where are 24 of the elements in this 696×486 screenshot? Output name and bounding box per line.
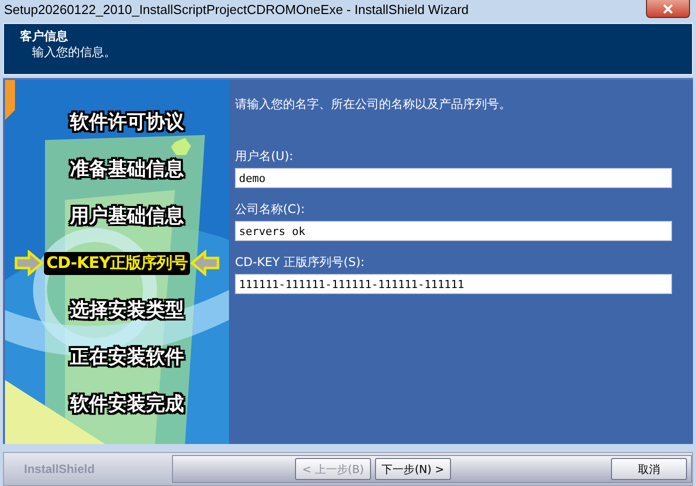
step-label: 准备基础信息 bbox=[69, 157, 184, 182]
step-label: CD-KEY正版序列号 bbox=[44, 252, 190, 274]
wizard-button[interactable]: 下一步(N) > bbox=[375, 458, 451, 480]
page-subtitle: 输入您的信息。 bbox=[31, 44, 117, 60]
step-label: 用户基础信息 bbox=[68, 204, 184, 229]
input-field[interactable]: demo bbox=[235, 168, 672, 188]
instruction-text: 请输入您的名字、所在公司的名称以及产品序列号。 bbox=[235, 96, 512, 112]
field-label: 用户名(U): bbox=[235, 148, 294, 164]
input-field[interactable]: servers ok bbox=[235, 221, 672, 241]
page-title: 客户信息 bbox=[20, 28, 69, 44]
window-title: Setup20260122_2010_InstallScriptProjectCDROMOneExe - InstallShield Wizard bbox=[4, 1, 469, 19]
close-icon bbox=[662, 4, 674, 14]
step-label: 正在安装软件 bbox=[69, 345, 184, 370]
left-arrow-icon bbox=[190, 250, 220, 276]
right-arrow-icon bbox=[14, 250, 44, 276]
field-label: 公司名称(C): bbox=[235, 201, 306, 217]
step-label: 软件许可协议 bbox=[68, 110, 184, 135]
wizard-button[interactable]: 取消 bbox=[611, 458, 687, 480]
field-label: CD-KEY 正版序列号(S): bbox=[235, 254, 366, 270]
brand-logo: InstallShield bbox=[23, 462, 96, 476]
step-label: 选择安装类型 bbox=[69, 298, 184, 323]
input-field[interactable]: 111111-111111-111111-111111-111111 bbox=[235, 274, 672, 294]
step-label: 软件安装完成 bbox=[68, 392, 184, 417]
close-button[interactable] bbox=[646, 0, 690, 18]
